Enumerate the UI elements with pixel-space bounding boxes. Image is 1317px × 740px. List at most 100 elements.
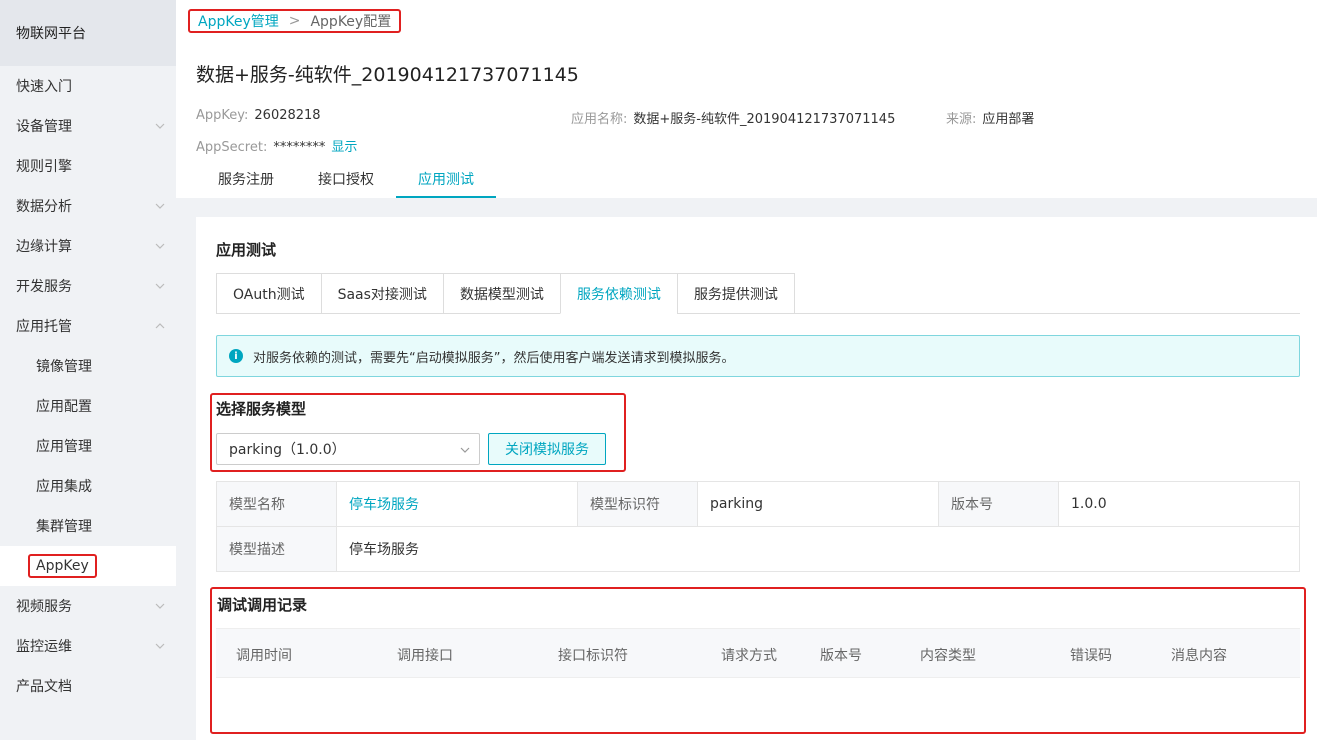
table-row: 模型描述 停车场服务 (216, 526, 1300, 572)
tab-service-registration[interactable]: 服务注册 (196, 160, 296, 198)
sidebar-item-device-management[interactable]: 设备管理 (0, 106, 176, 146)
breadcrumb-current: AppKey配置 (310, 14, 392, 30)
model-name-label: 模型名称 (216, 481, 337, 527)
appsecret-value: ******** (273, 140, 326, 155)
info-alert: i 对服务依赖的测试，需要先“启动模拟服务”，然后使用客户端发送请求到模拟服务。 (216, 335, 1300, 377)
chevron-down-icon (155, 283, 165, 289)
source-meta: 来源: 应用部署 (946, 108, 1034, 127)
chevron-down-icon (155, 123, 165, 129)
sidebar-item-app-hosting[interactable]: 应用托管 (0, 306, 176, 346)
sidebar-item-product-docs[interactable]: 产品文档 (0, 666, 176, 706)
card-title: 应用测试 (216, 241, 277, 259)
breadcrumb-link-appkey-management[interactable]: AppKey管理 (198, 11, 279, 31)
app-test-card: 应用测试 OAuth测试 Saas对接测试 数据模型测试 服务依赖测试 服务提供… (196, 217, 1317, 740)
sub-tabs: OAuth测试 Saas对接测试 数据模型测试 服务依赖测试 服务提供测试 (216, 273, 795, 314)
sidebar-subitem-cluster-management[interactable]: 集群管理 (0, 506, 176, 546)
appsecret-meta: AppSecret: ******** 显示 (196, 136, 357, 155)
model-version-label: 版本号 (938, 481, 1059, 527)
app-name-meta: 应用名称: 数据+服务-纯软件_201904121737071145 (571, 108, 895, 127)
sidebar-item-label: 规则引擎 (16, 159, 72, 175)
sidebar-item-label: AppKey (28, 554, 97, 578)
show-secret-link[interactable]: 显示 (331, 140, 357, 155)
breadcrumb: AppKey管理 > AppKey配置 (188, 9, 402, 33)
col-content-type: 内容类型 (920, 648, 976, 664)
info-icon: i (229, 349, 243, 363)
model-desc-label: 模型描述 (216, 526, 337, 572)
chevron-up-icon (155, 323, 165, 329)
app-name-label: 应用名称: (571, 112, 628, 127)
subtab-oauth-test[interactable]: OAuth测试 (216, 273, 321, 314)
subtab-service-dependency-test[interactable]: 服务依赖测试 (559, 273, 677, 314)
sidebar-subitem-appkey[interactable]: AppKey (0, 546, 176, 586)
tab-interface-authorization[interactable]: 接口授权 (296, 160, 396, 198)
col-call-time: 调用时间 (236, 648, 292, 664)
sidebar-item-label: 集群管理 (36, 519, 92, 535)
chevron-down-icon (460, 447, 470, 453)
select-model-title: 选择服务模型 (216, 400, 307, 418)
sidebar-item-label: 产品文档 (16, 679, 72, 695)
sidebar-subitem-image-management[interactable]: 镜像管理 (0, 346, 176, 386)
stop-mock-service-button[interactable]: 关闭模拟服务 (488, 433, 606, 465)
model-id-value: parking (697, 481, 939, 527)
sidebar-item-label: 应用管理 (36, 439, 92, 455)
model-id-label: 模型标识符 (577, 481, 698, 527)
subtab-data-model-test[interactable]: 数据模型测试 (442, 273, 560, 314)
sidebar-item-label: 开发服务 (16, 279, 72, 295)
col-method: 请求方式 (721, 648, 777, 664)
chevron-down-icon (155, 243, 165, 249)
sidebar-item-label: 视频服务 (16, 599, 72, 615)
top-tabs: 服务注册 接口授权 应用测试 (196, 160, 496, 198)
sidebar-item-label: 快速入门 (16, 79, 72, 95)
sidebar-item-quickstart[interactable]: 快速入门 (0, 66, 176, 106)
sidebar-item-dev-services[interactable]: 开发服务 (0, 266, 176, 306)
col-interface: 调用接口 (397, 648, 453, 664)
tab-app-testing[interactable]: 应用测试 (396, 160, 496, 198)
chevron-down-icon (155, 603, 165, 609)
model-version-value: 1.0.0 (1058, 481, 1300, 527)
service-model-select[interactable]: parking（1.0.0） (216, 433, 480, 465)
breadcrumb-separator: > (288, 13, 301, 29)
subtab-saas-test[interactable]: Saas对接测试 (320, 273, 443, 314)
sidebar-subitem-app-config[interactable]: 应用配置 (0, 386, 176, 426)
model-desc-value: 停车场服务 (336, 526, 1300, 572)
service-model-select-value: parking（1.0.0） (229, 442, 346, 458)
sidebar-item-label: 应用配置 (36, 399, 92, 415)
table-row: 模型名称 停车场服务 模型标识符 parking 版本号 1.0.0 (216, 481, 1300, 527)
sidebar-item-video-services[interactable]: 视频服务 (0, 586, 176, 626)
col-version: 版本号 (820, 648, 862, 664)
sidebar-item-label: 应用托管 (16, 319, 72, 335)
chevron-down-icon (155, 643, 165, 649)
col-message: 消息内容 (1171, 648, 1227, 664)
sidebar: 物联网平台 快速入门 设备管理 规则引擎 数据分析 边缘计算 开发服务 应用托管… (0, 0, 176, 740)
sidebar-item-label: 设备管理 (16, 119, 72, 135)
page-title: 数据+服务-纯软件_201904121737071145 (196, 64, 579, 86)
sidebar-item-monitoring[interactable]: 监控运维 (0, 626, 176, 666)
col-error-code: 错误码 (1070, 648, 1112, 664)
source-value: 应用部署 (982, 112, 1035, 127)
col-interface-id: 接口标识符 (558, 648, 628, 664)
sidebar-item-data-analysis[interactable]: 数据分析 (0, 186, 176, 226)
sidebar-item-label: 数据分析 (16, 199, 72, 215)
info-text: 对服务依赖的测试，需要先“启动模拟服务”，然后使用客户端发送请求到模拟服务。 (253, 350, 735, 366)
sidebar-subitem-app-management[interactable]: 应用管理 (0, 426, 176, 466)
sidebar-item-rule-engine[interactable]: 规则引擎 (0, 146, 176, 186)
subtab-service-provider-test[interactable]: 服务提供测试 (676, 273, 795, 314)
sidebar-item-edge-computing[interactable]: 边缘计算 (0, 226, 176, 266)
model-name-link[interactable]: 停车场服务 (336, 481, 578, 527)
sidebar-item-label: 边缘计算 (16, 239, 72, 255)
appsecret-label: AppSecret: (196, 140, 268, 155)
main-content: AppKey管理 > AppKey配置 数据+服务-纯软件_2019041217… (176, 0, 1317, 740)
sidebar-subitem-app-integration[interactable]: 应用集成 (0, 466, 176, 506)
brand-title: 物联网平台 (0, 0, 176, 66)
app-name-value: 数据+服务-纯软件_201904121737071145 (633, 112, 896, 127)
sidebar-item-label: 应用集成 (36, 479, 92, 495)
appkey-label: AppKey: (196, 108, 249, 123)
appkey-meta: AppKey: 26028218 (196, 108, 321, 123)
chevron-down-icon (155, 203, 165, 209)
records-table-header: 调用时间 调用接口 接口标识符 请求方式 版本号 内容类型 错误码 消息内容 (216, 628, 1300, 678)
sidebar-item-label: 镜像管理 (36, 359, 92, 375)
appkey-value: 26028218 (254, 108, 321, 123)
model-info-table: 模型名称 停车场服务 模型标识符 parking 版本号 1.0.0 模型描述 … (216, 481, 1300, 572)
sidebar-item-label: 监控运维 (16, 639, 72, 655)
records-title: 调试调用记录 (217, 596, 308, 614)
